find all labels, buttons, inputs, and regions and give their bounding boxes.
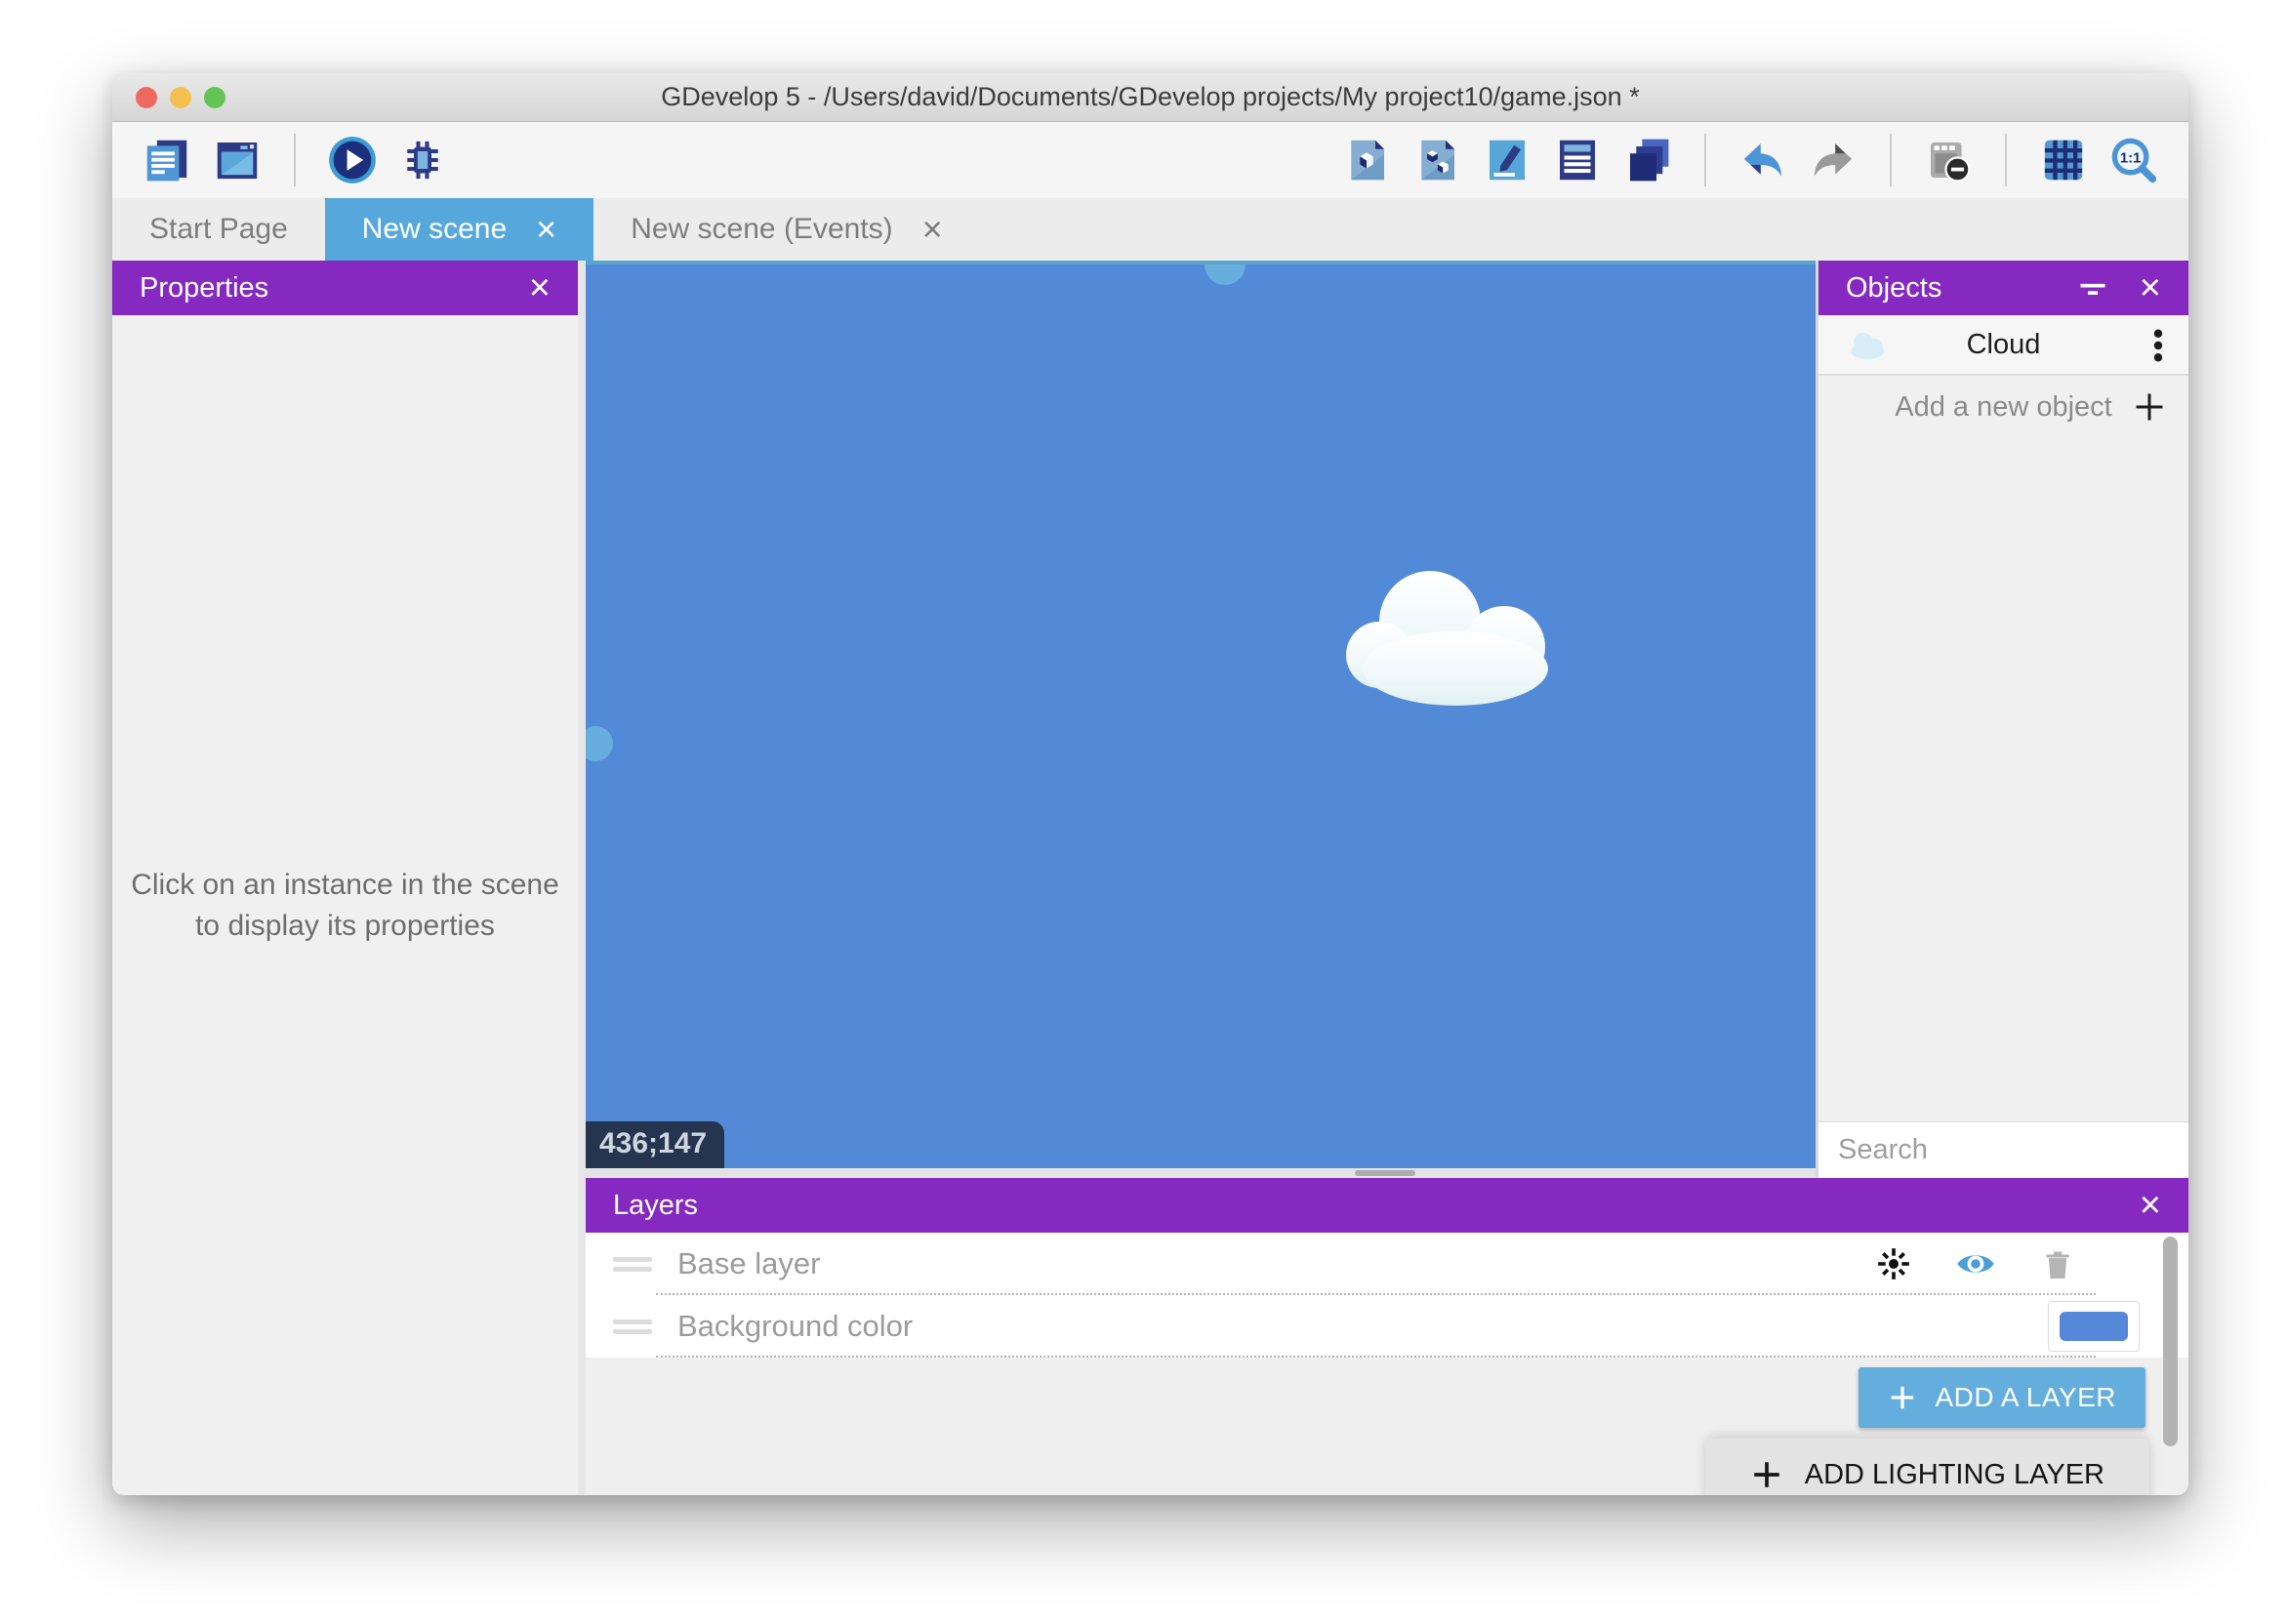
debug-icon[interactable] [393, 131, 452, 189]
background-color-swatch[interactable] [2048, 1301, 2140, 1352]
tab-label: New scene [362, 213, 507, 246]
close-tab-icon[interactable]: × [536, 212, 556, 247]
lighting-icon[interactable] [1872, 1242, 1915, 1285]
tab-new-scene-events[interactable]: New scene (Events) × [593, 198, 979, 261]
object-name: Cloud [1967, 329, 2041, 361]
filter-icon[interactable] [2073, 268, 2112, 307]
add-a-layer-label: ADD A LAYER [1935, 1382, 2116, 1413]
zoom-1-1-icon[interactable]: 1:1 [2104, 131, 2163, 189]
maximize-window-button[interactable] [204, 87, 225, 108]
properties-empty-message: Click on an instance in the scene to dis… [126, 865, 565, 947]
toolbar-separator [1704, 134, 1706, 186]
close-panel-icon[interactable]: × [2140, 1187, 2161, 1224]
visibility-eye-icon[interactable] [1954, 1242, 1997, 1285]
redo-icon[interactable] [1804, 131, 1862, 189]
properties-panel: Properties × Click on an instance in the… [112, 261, 586, 1495]
plus-icon [1750, 1458, 1783, 1491]
mask-toggle-icon[interactable] [1919, 131, 1978, 189]
drag-handle-icon[interactable] [613, 1252, 652, 1277]
layer-name[interactable]: Background color [677, 1309, 2048, 1344]
add-lighting-layer-button[interactable]: ADD LIGHTING LAYER [1705, 1439, 2149, 1495]
scene-properties-icon[interactable] [1478, 131, 1536, 189]
drag-handle-icon[interactable] [613, 1315, 652, 1339]
play-icon[interactable] [323, 131, 382, 189]
layers-panel-title: Layers [613, 1190, 698, 1222]
delete-layer-trash-icon[interactable] [2036, 1242, 2079, 1285]
objects-panel: Objects × Cloud [1816, 261, 2188, 1178]
cursor-coordinates: 436;147 [586, 1121, 724, 1168]
tab-label: Start Page [149, 213, 288, 246]
plus-icon [1888, 1383, 1917, 1412]
canvas-scroll-handle-left[interactable] [586, 726, 613, 761]
layers-list: Base layer [586, 1233, 2188, 1358]
main-toolbar: 1:1 [112, 122, 2188, 198]
close-panel-icon[interactable]: × [529, 269, 551, 306]
objects-panel-title: Objects [1846, 272, 1941, 304]
object-list-item-cloud[interactable]: Cloud [1818, 315, 2188, 376]
object-groups-icon[interactable] [1408, 131, 1466, 189]
layers-panel: Layers × Base layer [586, 1178, 2188, 1495]
toolbar-separator [2005, 134, 2007, 186]
layer-name[interactable]: Base layer [677, 1246, 1872, 1281]
add-new-object-button[interactable]: Add a new object [1818, 376, 2188, 438]
properties-panel-title: Properties [140, 272, 268, 304]
tab-start-page[interactable]: Start Page [112, 198, 325, 261]
canvas-horizontal-scrollbar [586, 1168, 1816, 1178]
add-lighting-layer-label: ADD LIGHTING LAYER [1805, 1459, 2104, 1491]
toolbar-separator [294, 134, 296, 186]
toolbar-separator [1890, 134, 1892, 186]
objects-search-bar [1818, 1121, 2188, 1178]
project-manager-icon[interactable] [138, 131, 196, 189]
objects-editor-icon[interactable] [1337, 131, 1396, 189]
horizontal-scrollbar-handle[interactable] [1355, 1170, 1415, 1176]
tab-new-scene[interactable]: New scene × [325, 198, 593, 261]
undo-icon[interactable] [1734, 131, 1792, 189]
properties-panel-body: Click on an instance in the scene to dis… [112, 315, 578, 1495]
add-a-layer-button[interactable]: ADD A LAYER [1859, 1367, 2145, 1428]
layer-row-background-color[interactable]: Background color [586, 1295, 2188, 1358]
plus-icon [2132, 389, 2167, 425]
tab-label: New scene (Events) [631, 213, 892, 246]
cloud-sprite[interactable] [1311, 563, 1609, 710]
minimize-window-button[interactable] [170, 87, 191, 108]
cloud-thumbnail-icon [1842, 328, 1893, 361]
title-bar: GDevelop 5 - /Users/david/Documents/GDev… [112, 73, 2188, 122]
canvas-scroll-handle-top[interactable] [1205, 261, 1246, 285]
grid-icon[interactable] [2034, 131, 2093, 189]
objects-panel-empty-space [1818, 438, 2188, 1121]
traffic-lights [136, 87, 225, 108]
instances-list-icon[interactable] [1548, 131, 1607, 189]
layer-row-base[interactable]: Base layer [586, 1233, 2188, 1295]
layers-vertical-scrollbar[interactable] [2163, 1237, 2178, 1446]
svg-text:1:1: 1:1 [2120, 150, 2141, 166]
layers-list-icon[interactable] [1618, 131, 1677, 189]
gdevelop-window: GDevelop 5 - /Users/david/Documents/GDev… [112, 73, 2188, 1495]
window-title: GDevelop 5 - /Users/david/Documents/GDev… [661, 82, 1639, 112]
tab-bar: Start Page New scene × New scene (Events… [112, 198, 2188, 261]
close-tab-icon[interactable]: × [922, 212, 943, 247]
scene-canvas[interactable]: 436;147 [586, 261, 1816, 1168]
object-menu-icon[interactable] [2142, 323, 2175, 368]
properties-panel-header: Properties × [112, 261, 578, 315]
search-input[interactable] [1838, 1134, 2188, 1166]
close-panel-icon[interactable]: × [2140, 269, 2161, 306]
close-window-button[interactable] [136, 87, 157, 108]
start-page-icon[interactable] [208, 131, 266, 189]
layers-panel-header: Layers × [586, 1178, 2188, 1233]
add-new-object-label: Add a new object [1895, 391, 2111, 424]
background-color-value [2060, 1312, 2128, 1341]
objects-panel-header: Objects × [1818, 261, 2188, 315]
scene-editor-area: 436;147 [586, 261, 1816, 1178]
